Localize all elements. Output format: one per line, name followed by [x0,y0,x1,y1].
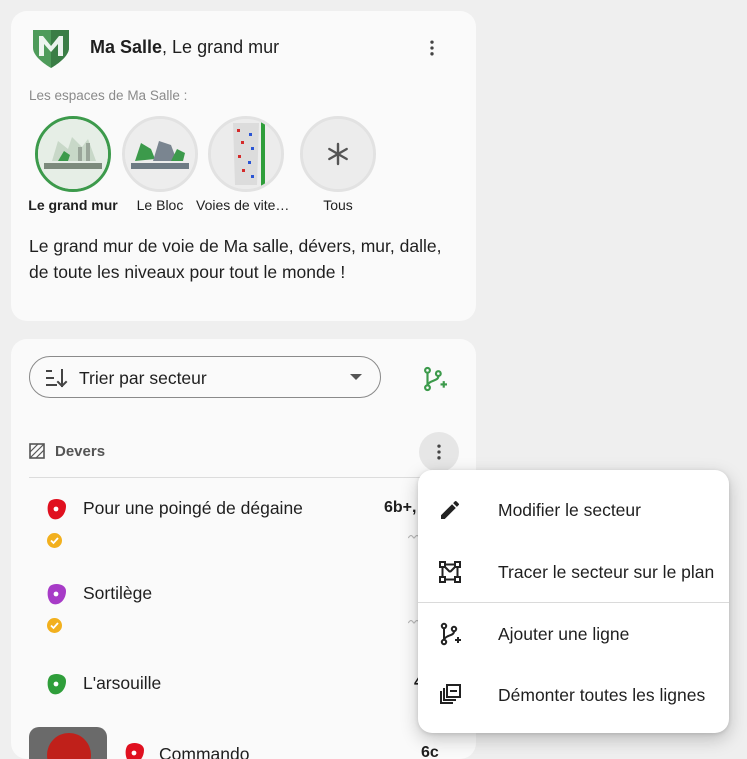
space-thumbnail [122,116,198,192]
route-photo [29,727,107,759]
hold-icon [47,583,66,605]
sector-context-menu: Modifier le secteur Tracer le secteur su… [418,470,729,733]
dropdown-arrow-icon [350,374,362,380]
menu-item-dismount-all[interactable]: Démonter toutes les lignes [418,671,729,719]
space-label: Tous [323,197,353,213]
menu-item-label: Ajouter une ligne [498,624,630,644]
space-label: Le Bloc [136,197,184,213]
validated-badge [47,533,62,548]
divider [29,477,469,478]
space-description: Le grand mur de voie de Ma salle, dévers… [29,236,442,282]
menu-item-add-line[interactable]: Ajouter une ligne [418,610,729,658]
hold-icon [125,742,144,759]
route-name: Commando [159,744,250,759]
hold-icon [47,673,66,695]
gym-name: Ma Salle [90,37,163,57]
draw-polygon-icon [439,561,461,583]
pencil-icon [441,500,460,519]
check-icon [50,622,59,630]
route-grade: 6c [421,744,439,759]
speed-wall-image-icon [211,119,281,189]
gym-logo [33,30,69,68]
more-options-button[interactable] [414,30,450,66]
space-label: Le grand mur [28,197,118,213]
more-vert-icon [430,40,434,56]
route-grade: 6b+, [384,499,417,516]
hold-photo-shape [47,733,91,759]
route-name: L'arsouille [83,673,162,693]
space-thumbnail [208,116,284,192]
menu-item-draw-sector[interactable]: Tracer le secteur sur le plan [418,548,729,596]
space-info-card: Ma Salle, Le grand mur Les espaces de Ma… [11,11,476,321]
routes-card: Trier par secteur Devers Pour une poingé… [11,339,476,759]
spaces-label: Les espaces de Ma Salle : [29,88,188,103]
remove-stack-icon [440,684,461,704]
space-item-grand-mur[interactable]: Le grand mur [23,116,123,213]
wall-name: , Le grand mur [162,37,280,57]
menu-item-label: Modifier le secteur [498,500,641,520]
sort-select[interactable]: Trier par secteur [29,356,381,398]
sort-icon [46,369,68,388]
space-thumbnail [35,116,111,192]
route-name: Sortilège [83,583,153,603]
menu-item-label: Démonter toutes les lignes [498,685,706,705]
sector-more-button[interactable] [419,432,459,472]
boulder-image-icon [125,119,195,189]
page-title: Ma Salle, Le grand mur [90,37,279,58]
asterisk-icon [303,119,373,189]
hatched-square-icon [29,443,45,459]
check-icon [50,537,59,545]
space-thumbnail [300,116,376,192]
menu-item-label: Tracer le secteur sur le plan [498,562,715,582]
hold-icon [47,498,66,520]
validated-badge [47,618,62,633]
space-item-vitesse[interactable]: Voies de vitesse [196,116,296,213]
add-line-icon[interactable] [421,366,447,392]
sector-label: Devers [55,443,106,460]
space-label: Voies de vitesse [196,197,296,213]
sort-label: Trier par secteur [79,368,207,388]
space-item-bloc[interactable]: Le Bloc [110,116,210,213]
space-item-tous[interactable]: Tous [288,116,388,213]
add-line-icon [440,622,461,646]
menu-item-edit-sector[interactable]: Modifier le secteur [418,486,729,534]
more-vert-icon [437,444,441,460]
route-name: Pour une poingé de dégaine [83,498,303,518]
menu-divider [418,602,729,603]
wall-image-icon [38,119,108,189]
